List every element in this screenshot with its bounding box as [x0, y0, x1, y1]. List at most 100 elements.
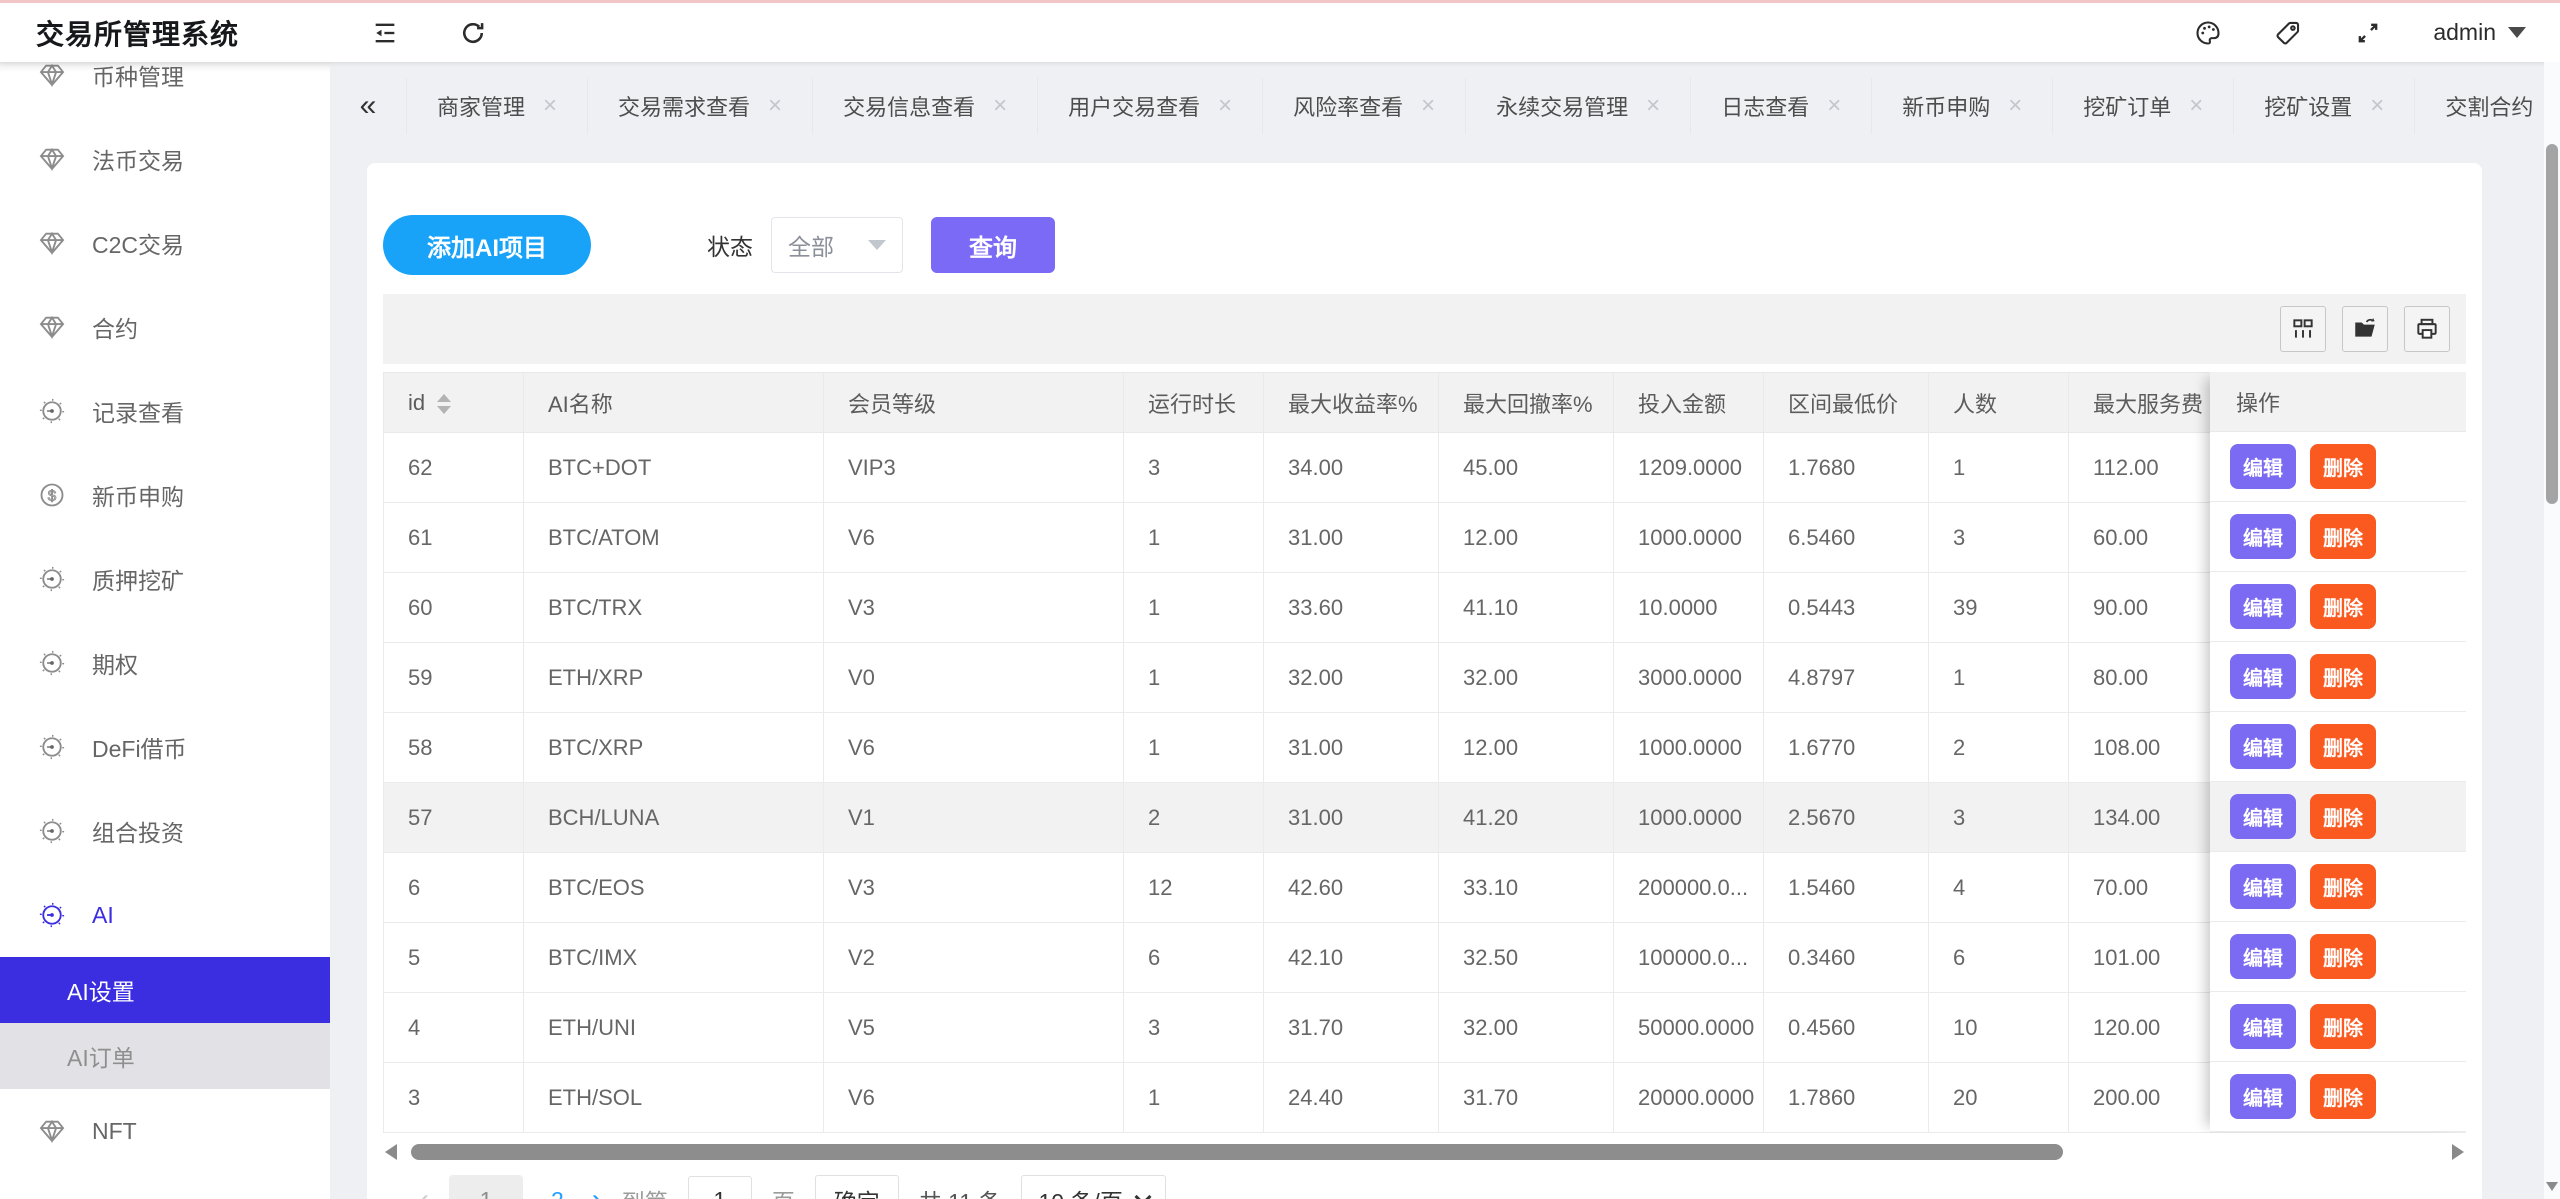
tab-close-icon[interactable]: ×: [768, 94, 782, 118]
edit-button[interactable]: 编辑: [2230, 444, 2296, 489]
pinned-actions-column: 操作 编辑删除编辑删除编辑删除编辑删除编辑删除编辑删除编辑删除编辑删除编辑删除编…: [2210, 372, 2466, 1132]
tab-close-icon[interactable]: ×: [1827, 94, 1841, 118]
sidebar-item-c2c-trade[interactable]: C2C交易: [0, 201, 330, 285]
export-icon[interactable]: [2342, 306, 2388, 352]
tab-close-icon[interactable]: ×: [2008, 94, 2022, 118]
tab-item-3[interactable]: 用户交易查看×: [1038, 78, 1263, 134]
tab-close-icon[interactable]: ×: [1421, 94, 1435, 118]
tab-close-icon[interactable]: ×: [993, 94, 1007, 118]
delete-button[interactable]: 删除: [2310, 584, 2376, 629]
cell-profit: 31.00: [1264, 503, 1439, 573]
tab-close-icon[interactable]: ×: [2189, 94, 2203, 118]
tab-item-5[interactable]: 永续交易管理×: [1466, 78, 1691, 134]
scroll-left-arrow-icon[interactable]: [385, 1144, 397, 1160]
status-select[interactable]: 全部: [771, 217, 903, 273]
sidebar-item-nft[interactable]: NFT: [0, 1089, 330, 1173]
edit-button[interactable]: 编辑: [2230, 934, 2296, 979]
actions-cell: 编辑删除: [2210, 992, 2466, 1062]
columns-icon[interactable]: [2280, 306, 2326, 352]
gauge-icon: [38, 649, 66, 677]
tab-close-icon[interactable]: ×: [543, 94, 557, 118]
horizontal-scrollbar-thumb[interactable]: [411, 1144, 2063, 1160]
cell-profit: 33.60: [1264, 573, 1439, 643]
delete-button[interactable]: 删除: [2310, 864, 2376, 909]
sidebar-item-contract[interactable]: 合约: [0, 285, 330, 369]
print-icon[interactable]: [2404, 306, 2450, 352]
page-size-select[interactable]: 10 条/页: [1021, 1175, 1165, 1199]
sidebar-item-new-coin[interactable]: $新币申购: [0, 453, 330, 537]
sort-icon[interactable]: [437, 394, 451, 414]
sidebar-item-currency-manage[interactable]: 币种管理: [0, 62, 330, 117]
page-2-button[interactable]: 2: [543, 1187, 572, 1199]
edit-button[interactable]: 编辑: [2230, 864, 2296, 909]
tab-item-0[interactable]: 商家管理×: [407, 78, 588, 134]
edit-button[interactable]: 编辑: [2230, 1004, 2296, 1049]
confirm-page-button[interactable]: 确定: [815, 1175, 899, 1199]
tab-item-4[interactable]: 风险率查看×: [1263, 78, 1466, 134]
edit-button[interactable]: 编辑: [2230, 794, 2296, 839]
cell-drawdown: 41.20: [1439, 783, 1614, 853]
edit-button[interactable]: 编辑: [2230, 724, 2296, 769]
sidebar-item-staking-mining[interactable]: 质押挖矿: [0, 537, 330, 621]
tab-item-8[interactable]: 挖矿订单×: [2053, 78, 2234, 134]
add-ai-project-button[interactable]: 添加AI项目: [383, 215, 591, 275]
delete-button[interactable]: 删除: [2310, 514, 2376, 559]
user-menu[interactable]: admin: [2433, 19, 2526, 46]
cell-drawdown: 33.10: [1439, 853, 1614, 923]
collapse-menu-icon[interactable]: [370, 18, 400, 48]
scroll-down-arrow-icon[interactable]: [2546, 1182, 2558, 1191]
tag-icon[interactable]: [2273, 18, 2303, 48]
palette-icon[interactable]: [2193, 18, 2223, 48]
cell-id: 61: [384, 503, 524, 573]
edit-button[interactable]: 编辑: [2230, 1074, 2296, 1119]
cell-min_price: 0.4560: [1764, 993, 1929, 1063]
sidebar-item-options[interactable]: 期权: [0, 621, 330, 705]
delete-button[interactable]: 删除: [2310, 444, 2376, 489]
tab-label: 交割合约: [2445, 90, 2533, 122]
next-page-button[interactable]: ›: [592, 1183, 602, 1199]
search-button[interactable]: 查询: [931, 217, 1055, 273]
sidebar-subitem-ai-orders[interactable]: AI订单: [0, 1023, 330, 1089]
refresh-icon[interactable]: [458, 18, 488, 48]
delete-button[interactable]: 删除: [2310, 1004, 2376, 1049]
edit-button[interactable]: 编辑: [2230, 654, 2296, 699]
sidebar-item-records[interactable]: 记录查看: [0, 369, 330, 453]
delete-button[interactable]: 删除: [2310, 934, 2376, 979]
tabs-scroll-left-icon[interactable]: «: [330, 78, 406, 134]
cell-duration: 3: [1124, 433, 1264, 503]
sidebar-menu: 币种管理法币交易C2C交易合约记录查看$新币申购质押挖矿期权DeFi借币组合投资…: [0, 62, 330, 1173]
sidebar-item-fiat-trade[interactable]: 法币交易: [0, 117, 330, 201]
sidebar-item-defi-loan[interactable]: DeFi借币: [0, 705, 330, 789]
edit-button[interactable]: 编辑: [2230, 514, 2296, 559]
fullscreen-icon[interactable]: [2353, 18, 2383, 48]
tab-item-7[interactable]: 新币申购×: [1872, 78, 2053, 134]
data-table: idAI名称会员等级运行时长最大收益率%最大回撤率%投入金额区间最低价人数最大服…: [383, 372, 2466, 1133]
sidebar-item-ai[interactable]: AI: [0, 873, 330, 957]
prev-page-button[interactable]: ‹: [419, 1183, 429, 1199]
tab-close-icon[interactable]: ×: [2370, 94, 2384, 118]
tab-item-10[interactable]: 交割合约×: [2415, 78, 2560, 134]
tab-item-9[interactable]: 挖矿设置×: [2234, 78, 2415, 134]
vertical-scrollbar: [2544, 62, 2560, 1199]
delete-button[interactable]: 删除: [2310, 1074, 2376, 1119]
tab-item-2[interactable]: 交易信息查看×: [813, 78, 1038, 134]
dollar-icon: $: [38, 481, 66, 509]
current-page-button[interactable]: 1: [449, 1175, 523, 1199]
cell-people: 1: [1929, 643, 2069, 713]
tab-close-icon[interactable]: ×: [1218, 94, 1232, 118]
cell-id: 5: [384, 923, 524, 993]
gauge-icon: [38, 397, 66, 425]
edit-button[interactable]: 编辑: [2230, 584, 2296, 629]
delete-button[interactable]: 删除: [2310, 794, 2376, 839]
sidebar-item-portfolio[interactable]: 组合投资: [0, 789, 330, 873]
delete-button[interactable]: 删除: [2310, 724, 2376, 769]
tab-item-1[interactable]: 交易需求查看×: [588, 78, 813, 134]
tab-close-icon[interactable]: ×: [1646, 94, 1660, 118]
jump-page-input[interactable]: [688, 1176, 752, 1199]
delete-button[interactable]: 删除: [2310, 654, 2376, 699]
tab-item-6[interactable]: 日志查看×: [1691, 78, 1872, 134]
scroll-right-arrow-icon[interactable]: [2452, 1144, 2464, 1160]
sidebar-subitem-ai-settings[interactable]: AI设置: [0, 957, 330, 1023]
vertical-scrollbar-thumb[interactable]: [2546, 144, 2558, 504]
cell-fee: 112.00: [2069, 433, 2234, 503]
